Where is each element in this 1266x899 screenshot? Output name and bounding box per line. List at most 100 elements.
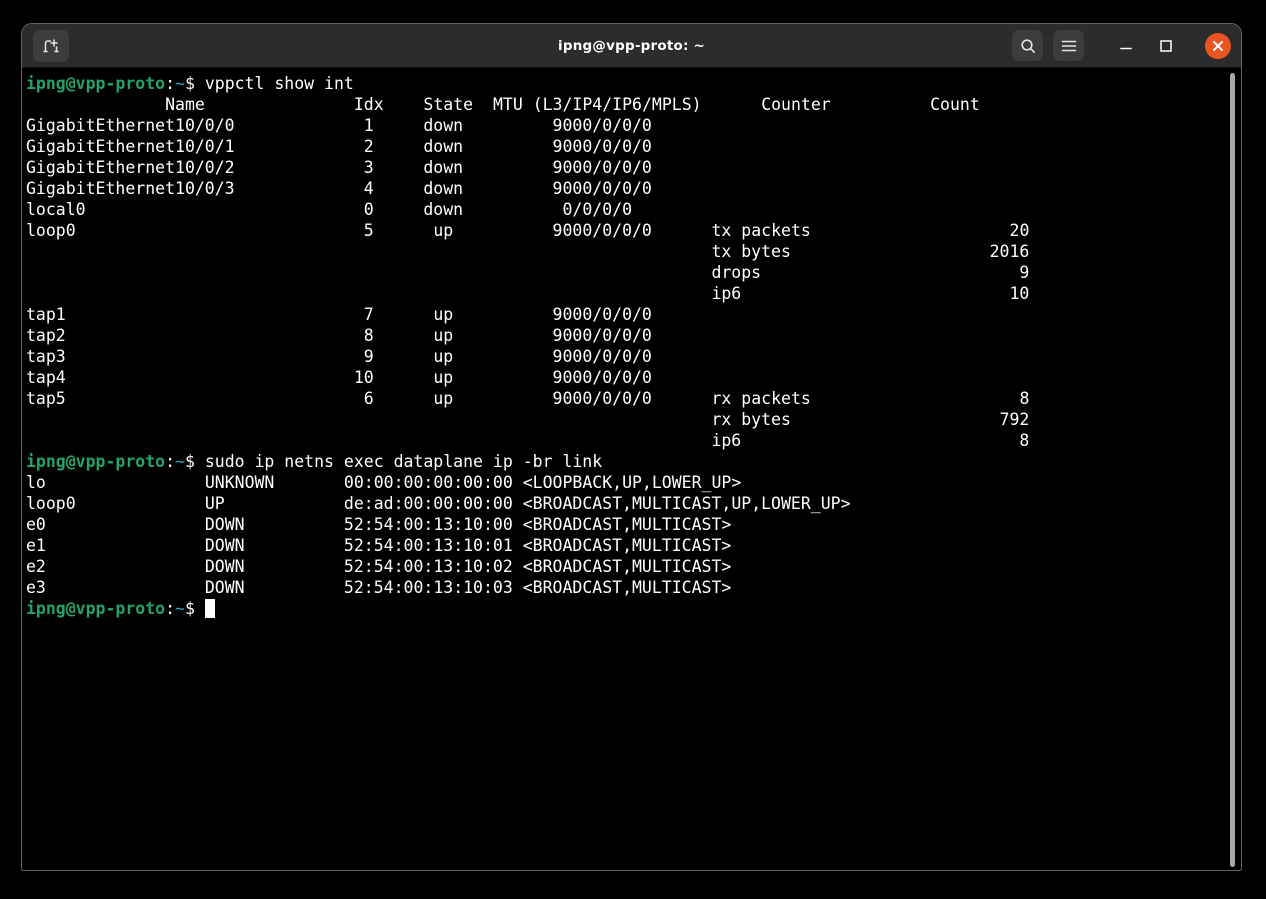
terminal-text: tx bytes bbox=[711, 242, 790, 261]
terminal-text: $ bbox=[185, 599, 205, 618]
terminal-line: drops 9 bbox=[26, 262, 1029, 283]
terminal-text: 9000/0/0/0 bbox=[553, 116, 652, 135]
search-button[interactable] bbox=[1012, 30, 1043, 61]
terminal-text: ~ bbox=[175, 599, 185, 618]
terminal-text: 0/0/0/0 bbox=[562, 200, 632, 219]
terminal-line: Name Idx State MTU (L3/IP4/IP6/MPLS) Cou… bbox=[26, 94, 1029, 115]
terminal-text: 2016 bbox=[990, 242, 1030, 261]
terminal-text: 5 bbox=[364, 221, 374, 240]
terminal-text: tap4 bbox=[26, 368, 66, 387]
terminal-text: DOWN bbox=[205, 557, 245, 576]
terminal-text: tx packets bbox=[711, 221, 810, 240]
scrollbar-thumb[interactable] bbox=[1230, 73, 1235, 867]
terminal-text: up bbox=[433, 326, 453, 345]
terminal-text: ipng@vpp-proto bbox=[26, 452, 165, 471]
terminal-text: rx bytes bbox=[711, 410, 790, 429]
close-button[interactable] bbox=[1205, 33, 1231, 59]
terminal-text: drops bbox=[711, 263, 761, 282]
hamburger-menu-icon bbox=[1060, 37, 1078, 55]
terminal-text: UP bbox=[205, 494, 225, 513]
terminal-text: 8 bbox=[1019, 389, 1029, 408]
terminal-text: Name bbox=[165, 95, 205, 114]
terminal-text: 9000/0/0/0 bbox=[553, 158, 652, 177]
terminal-text: lo bbox=[26, 473, 46, 492]
terminal-text: 00:00:00:00:00:00 <LOOPBACK,UP,LOWER_UP> bbox=[344, 473, 741, 492]
terminal-text: 8 bbox=[364, 326, 374, 345]
terminal-text: GigabitEthernet10/0/2 bbox=[26, 158, 235, 177]
terminal-line: lo UNKNOWN 00:00:00:00:00:00 <LOOPBACK,U… bbox=[26, 472, 1029, 493]
menu-button[interactable] bbox=[1053, 30, 1084, 61]
terminal-line: ip6 8 bbox=[26, 430, 1029, 451]
terminal-text: 792 bbox=[1000, 410, 1030, 429]
terminal-text: local0 bbox=[26, 200, 86, 219]
search-icon bbox=[1019, 37, 1037, 55]
terminal-text: e3 bbox=[26, 578, 46, 597]
terminal-line: e3 DOWN 52:54:00:13:10:03 <BROADCAST,MUL… bbox=[26, 577, 1029, 598]
terminal-text: $ sudo ip netns exec dataplane ip -br li… bbox=[185, 452, 602, 471]
terminal-output: ipng@vpp-proto:~$ vppctl show int Name I… bbox=[26, 73, 1029, 619]
terminal-line: ipng@vpp-proto:~$ vppctl show int bbox=[26, 73, 1029, 94]
terminal-line: e2 DOWN 52:54:00:13:10:02 <BROADCAST,MUL… bbox=[26, 556, 1029, 577]
terminal-text: up bbox=[433, 347, 453, 366]
terminal-text: 9000/0/0/0 bbox=[553, 179, 652, 198]
terminal-text: Idx bbox=[354, 95, 384, 114]
terminal-line: tap4 10 up 9000/0/0/0 bbox=[26, 367, 1029, 388]
maximize-button[interactable] bbox=[1151, 31, 1181, 61]
terminal-text: loop0 bbox=[26, 494, 76, 513]
terminal-text: down bbox=[423, 179, 463, 198]
terminal-text: up bbox=[433, 389, 453, 408]
terminal-window: ipng@vpp-proto: ~ bbox=[21, 23, 1242, 871]
minimize-icon bbox=[1119, 39, 1133, 53]
terminal-text: 0 bbox=[364, 200, 374, 219]
terminal-text: Counter bbox=[761, 95, 831, 114]
terminal-text: de:ad:00:00:00:00 <BROADCAST,MULTICAST,U… bbox=[344, 494, 851, 513]
terminal-line: ip6 10 bbox=[26, 283, 1029, 304]
terminal-line: GigabitEthernet10/0/2 3 down 9000/0/0/0 bbox=[26, 157, 1029, 178]
terminal-text: GigabitEthernet10/0/0 bbox=[26, 116, 235, 135]
terminal-text: ~ bbox=[175, 452, 185, 471]
terminal-text: up bbox=[433, 305, 453, 324]
terminal-text: 8 bbox=[1019, 431, 1029, 450]
terminal-text: 4 bbox=[364, 179, 374, 198]
terminal-text: down bbox=[423, 200, 463, 219]
terminal-text: ip6 bbox=[711, 431, 741, 450]
titlebar[interactable]: ipng@vpp-proto: ~ bbox=[22, 24, 1241, 68]
terminal-text: 2 bbox=[364, 137, 374, 156]
terminal-text: 9 bbox=[364, 347, 374, 366]
new-tab-button[interactable] bbox=[33, 30, 69, 62]
terminal-text: 9000/0/0/0 bbox=[553, 137, 652, 156]
terminal-viewport[interactable]: ipng@vpp-proto:~$ vppctl show int Name I… bbox=[23, 69, 1240, 869]
terminal-text: ip6 bbox=[711, 284, 741, 303]
terminal-text: : bbox=[165, 599, 175, 618]
terminal-cursor bbox=[205, 599, 215, 618]
terminal-text: e1 bbox=[26, 536, 46, 555]
terminal-text: 9000/0/0/0 bbox=[553, 389, 652, 408]
terminal-text: up bbox=[433, 221, 453, 240]
terminal-text: ipng@vpp-proto bbox=[26, 74, 165, 93]
window-title: ipng@vpp-proto: ~ bbox=[558, 38, 705, 54]
terminal-text: ipng@vpp-proto bbox=[26, 599, 165, 618]
terminal-line: loop0 5 up 9000/0/0/0 tx packets 20 bbox=[26, 220, 1029, 241]
terminal-text: down bbox=[423, 116, 463, 135]
terminal-text: 10 bbox=[1009, 284, 1029, 303]
terminal-text: 20 bbox=[1010, 221, 1030, 240]
terminal-text: MTU (L3/IP4/IP6/MPLS) bbox=[493, 95, 702, 114]
terminal-text: 9000/0/0/0 bbox=[553, 368, 652, 387]
terminal-line: GigabitEthernet10/0/0 1 down 9000/0/0/0 bbox=[26, 115, 1029, 136]
terminal-text: e0 bbox=[26, 515, 46, 534]
terminal-text: ~ bbox=[175, 74, 185, 93]
terminal-text: State bbox=[423, 95, 473, 114]
terminal-line: tap1 7 up 9000/0/0/0 bbox=[26, 304, 1029, 325]
close-icon bbox=[1211, 39, 1225, 53]
terminal-text: GigabitEthernet10/0/1 bbox=[26, 137, 235, 156]
terminal-text: 7 bbox=[364, 305, 374, 324]
terminal-text: $ vppctl show int bbox=[185, 74, 354, 93]
minimize-button[interactable] bbox=[1111, 31, 1141, 61]
terminal-text: 9000/0/0/0 bbox=[553, 326, 652, 345]
terminal-line: GigabitEthernet10/0/3 4 down 9000/0/0/0 bbox=[26, 178, 1029, 199]
terminal-text: 10 bbox=[354, 368, 374, 387]
terminal-text: down bbox=[423, 137, 463, 156]
terminal-text: 3 bbox=[364, 158, 374, 177]
terminal-line: tap5 6 up 9000/0/0/0 rx packets 8 bbox=[26, 388, 1029, 409]
terminal-line: tap3 9 up 9000/0/0/0 bbox=[26, 346, 1029, 367]
